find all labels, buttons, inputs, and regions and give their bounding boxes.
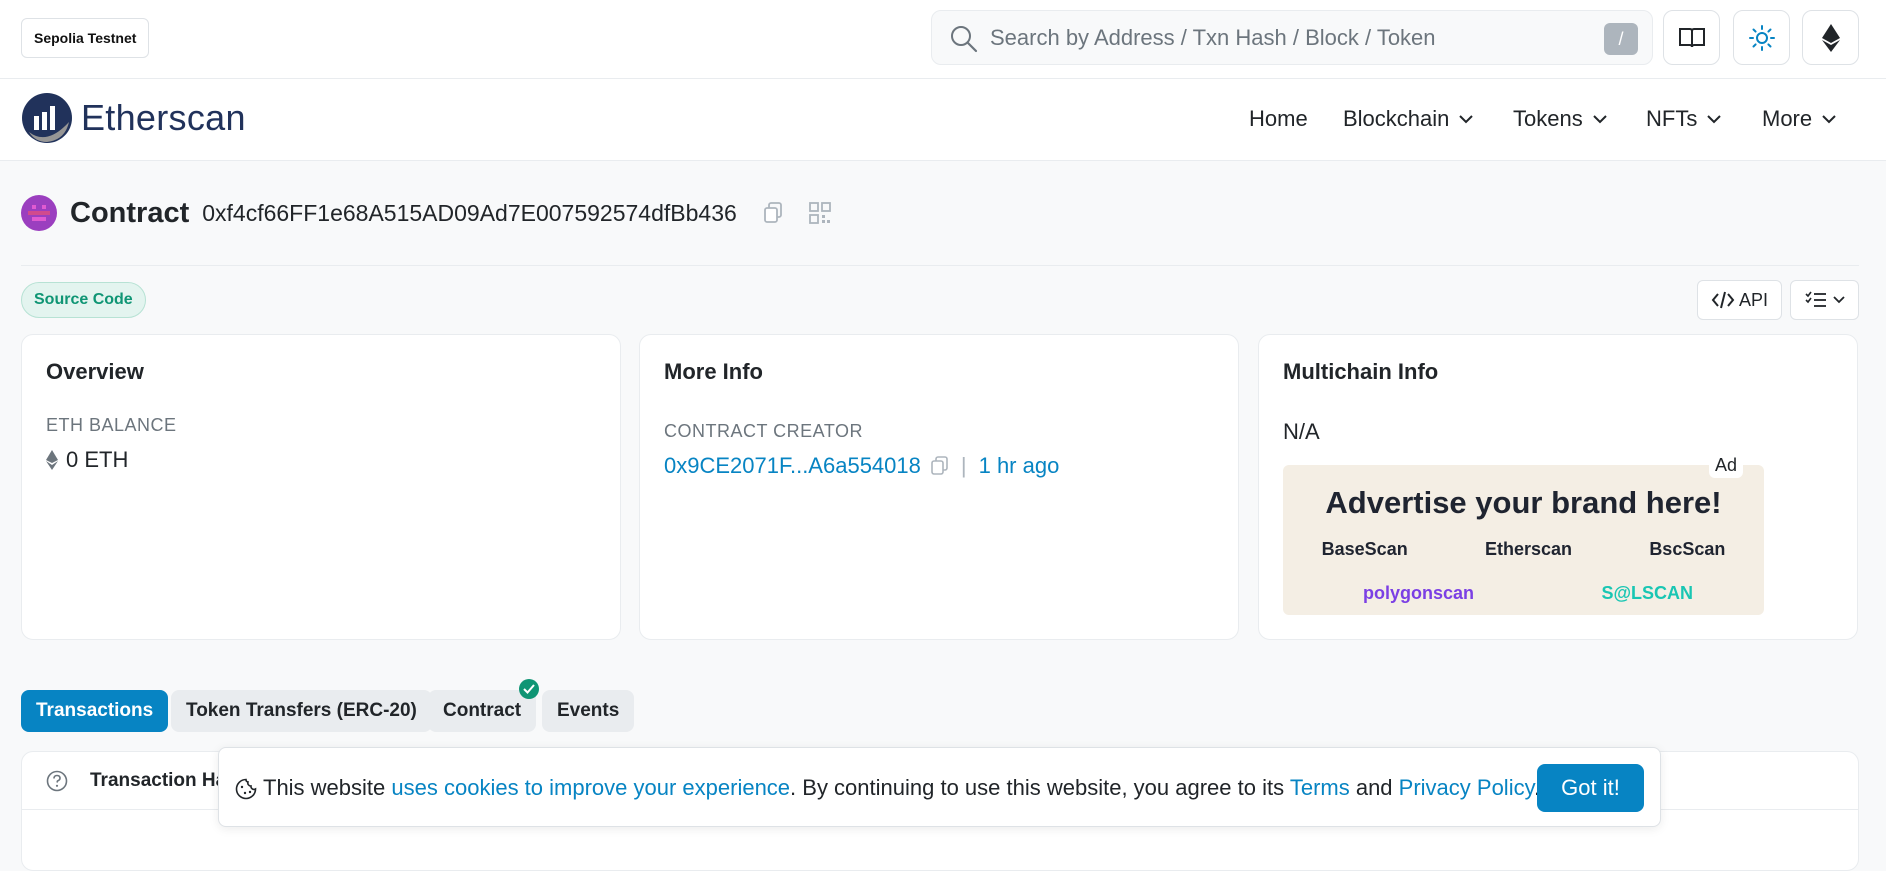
book-icon [1678,27,1705,47]
search-shortcut-key: / [1604,23,1638,55]
ad-brand-etherscan: Etherscan [1484,539,1573,559]
cookie-banner: This website uses cookies to improve you… [218,747,1661,827]
ad-tag: Ad [1709,453,1744,478]
contract-creator-row: 0x9CE2071F...A6a554018 | 1 hr ago [664,453,1059,479]
ethereum-icon [46,450,58,470]
qr-code-icon[interactable] [808,202,831,224]
tab-events[interactable]: Events [542,690,635,732]
copy-icon[interactable] [763,202,783,224]
code-icon [1711,291,1735,309]
chevron-down-icon [1707,114,1722,123]
cookie-message: This website uses cookies to improve you… [263,775,1540,801]
contract-label: Contract [70,196,190,229]
network-switch-button[interactable] [1802,10,1859,65]
theme-toggle-button[interactable] [1733,10,1790,65]
multichain-info-card: Multichain Info N/A Advertise your brand… [1258,334,1858,640]
creation-tx-link[interactable]: 1 hr ago [979,453,1060,479]
verified-check-icon [519,679,539,699]
nav-more-label: More [1762,106,1813,131]
ad-brand-basescan: BaseScan [1321,539,1408,559]
top-bar: Sepolia Testnet / [0,0,1886,79]
network-badge[interactable]: Sepolia Testnet [21,18,150,58]
contract-creator-label: CONTRACT CREATOR [664,421,864,441]
more-info-title: More Info [664,359,763,384]
nav-tokens[interactable]: Tokens [1513,106,1607,132]
etherscan-logo-icon [22,93,72,143]
tab-transactions[interactable]: Transactions [21,690,169,732]
header-divider [21,265,1859,266]
privacy-policy-link[interactable]: Privacy Policy [1399,775,1534,800]
ad-brands-row-2: polygonscan S@LSCAN [1363,583,1693,604]
nav-home[interactable]: Home [1249,106,1308,132]
nav-nfts[interactable]: NFTs [1646,106,1722,132]
more-options-button[interactable] [1790,280,1859,320]
tab-token-transfers[interactable]: Token Transfers (ERC-20) [171,690,432,732]
ad-brands-row: BaseScan Etherscan BscScan [1283,539,1764,560]
api-button[interactable]: API [1697,280,1782,320]
eth-balance-value: 0 ETH [66,447,129,472]
transaction-hash-header: Transaction Ha [90,770,227,791]
eth-balance-label: ETH BALANCE [46,415,177,435]
eth-balance-row: 0 ETH [46,447,128,473]
sun-icon [1748,24,1775,51]
nav-tokens-label: Tokens [1513,106,1583,131]
help-icon[interactable] [46,770,68,792]
nav-more[interactable]: More [1762,106,1836,132]
search-box[interactable]: / [931,10,1653,65]
nav-home-label: Home [1249,106,1308,131]
nav-blockchain[interactable]: Blockchain [1343,106,1474,132]
nav-blockchain-label: Blockchain [1343,106,1450,131]
nav-nfts-label: NFTs [1646,106,1698,131]
api-label: API [1738,289,1768,310]
ethereum-icon [1821,23,1840,52]
copy-icon[interactable] [931,456,949,476]
overview-title: Overview [46,359,144,384]
book-icon-button[interactable] [1663,10,1720,65]
search-input[interactable] [988,21,1578,55]
terms-link[interactable]: Terms [1290,775,1350,800]
advertisement-banner[interactable]: Advertise your brand here! BaseScan Ethe… [1283,465,1764,615]
overview-card: Overview ETH BALANCE 0 ETH [21,334,621,640]
ad-brand-bscscan: BscScan [1649,539,1726,559]
contract-address: 0xf4cf66FF1e68A515AD09Ad7E007592574dfBb4… [202,199,737,226]
main-navbar: Etherscan Home Blockchain Tokens NFTs Mo… [0,79,1886,161]
cookie-middle: . By continuing to use this website, you… [790,775,1290,800]
multichain-value: N/A [1283,419,1320,444]
tab-contract[interactable]: Contract [428,690,537,732]
chevron-down-icon [1832,296,1845,304]
cookie-prefix: This website [263,775,392,800]
etherscan-logo[interactable]: Etherscan [21,92,246,144]
contract-avatar [21,195,57,231]
contract-header: Contract 0xf4cf66FF1e68A515AD09Ad7E00759… [21,193,831,233]
search-icon [951,26,978,53]
chevron-down-icon [1459,114,1474,123]
more-info-card: More Info CONTRACT CREATOR 0x9CE2071F...… [639,334,1239,640]
cookie-and: and [1349,775,1399,800]
chevron-down-icon [1822,114,1836,123]
ad-brand-polygonscan: polygonscan [1363,583,1475,603]
ad-headline: Advertise your brand here! [1325,485,1722,520]
source-code-badge[interactable]: Source Code [21,282,146,318]
checklist-icon [1804,291,1826,307]
creator-address-link[interactable]: 0x9CE2071F...A6a554018 [664,453,921,479]
cookie-policy-link[interactable]: uses cookies to improve your experience [391,775,790,800]
multichain-title: Multichain Info [1283,359,1439,384]
accept-cookies-button[interactable]: Got it! [1537,764,1644,812]
chevron-down-icon [1593,114,1607,123]
ad-brand-solscan: S@LSCAN [1601,583,1693,603]
cookie-icon [235,778,257,800]
brand-name: Etherscan [81,97,246,138]
separator: | [960,453,967,478]
